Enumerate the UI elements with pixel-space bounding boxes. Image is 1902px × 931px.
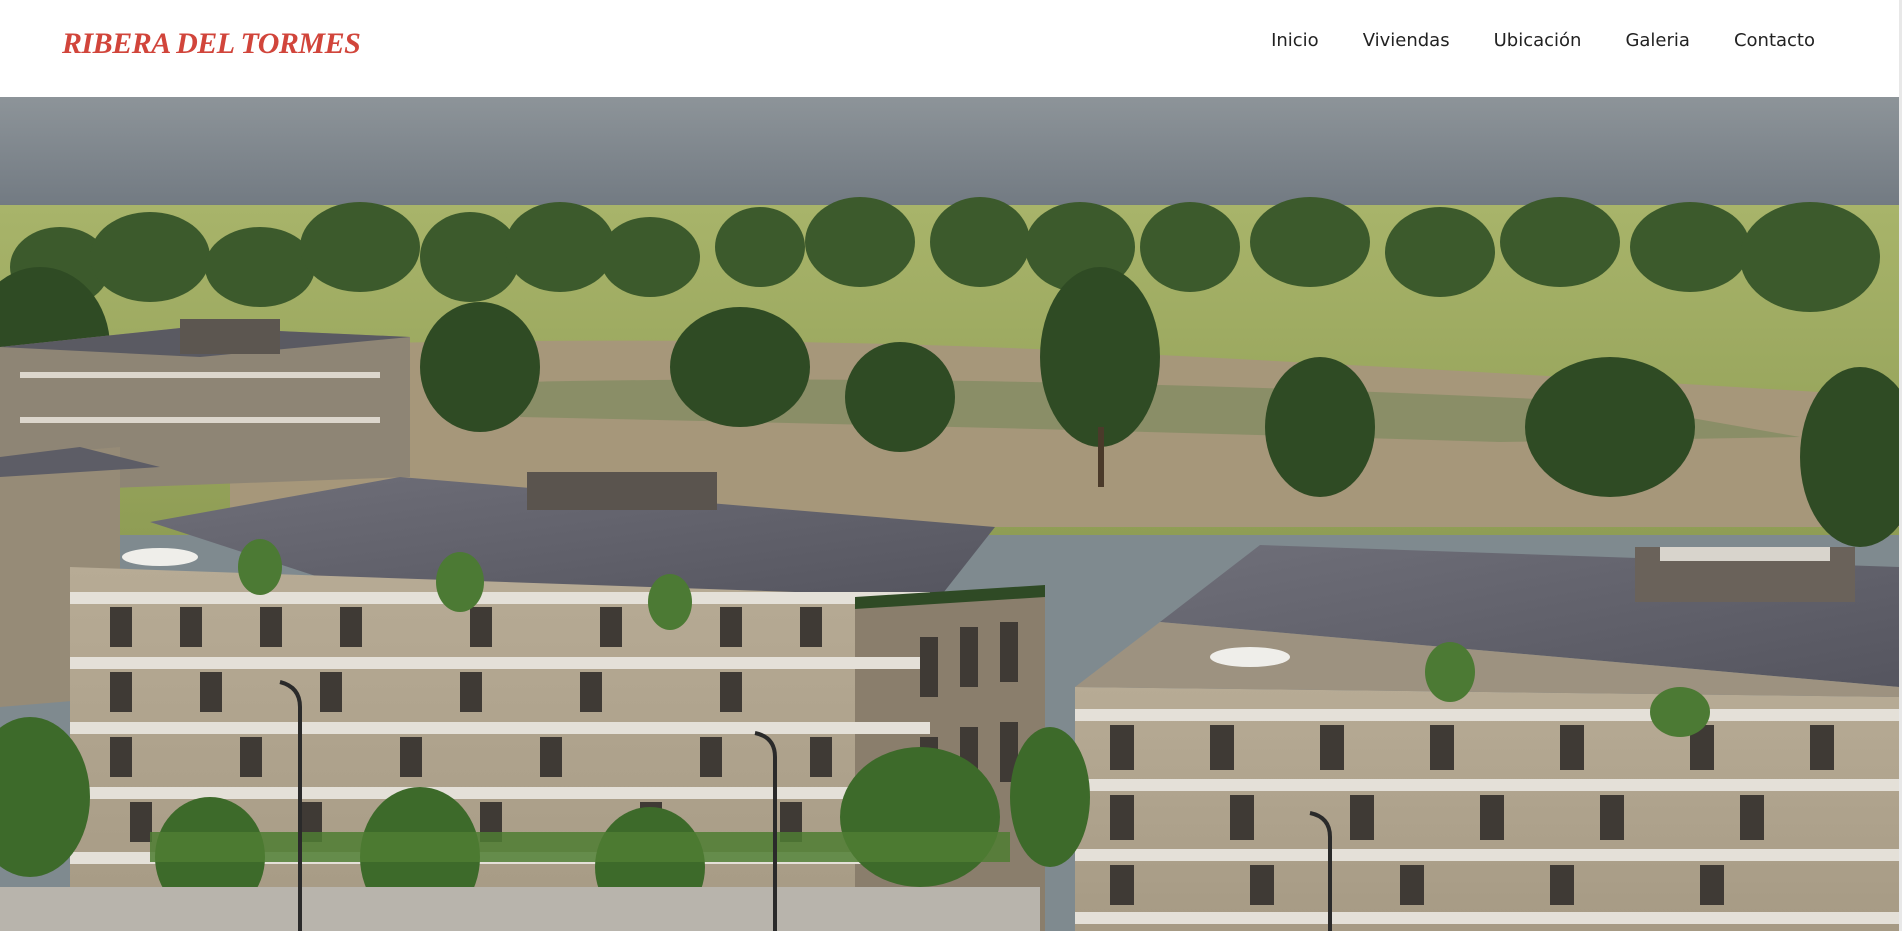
logo-text: RIBERA DEL TORMES: [62, 27, 361, 60]
nav-link-galeria[interactable]: Galeria: [1625, 30, 1690, 51]
nav-link-inicio[interactable]: Inicio: [1271, 30, 1319, 51]
hero-image: [0, 97, 1899, 931]
main-nav: Inicio Viviendas Ubicación Galeria Conta…: [1271, 30, 1815, 51]
hero-rendering: [0, 97, 1899, 931]
site-logo[interactable]: RIBERA DEL TORMES: [62, 24, 361, 64]
site-header: RIBERA DEL TORMES Inicio Viviendas Ubica…: [0, 0, 1902, 97]
nav-link-viviendas[interactable]: Viviendas: [1363, 30, 1450, 51]
nav-link-contacto[interactable]: Contacto: [1734, 30, 1815, 51]
nav-link-ubicacion[interactable]: Ubicación: [1494, 30, 1582, 51]
